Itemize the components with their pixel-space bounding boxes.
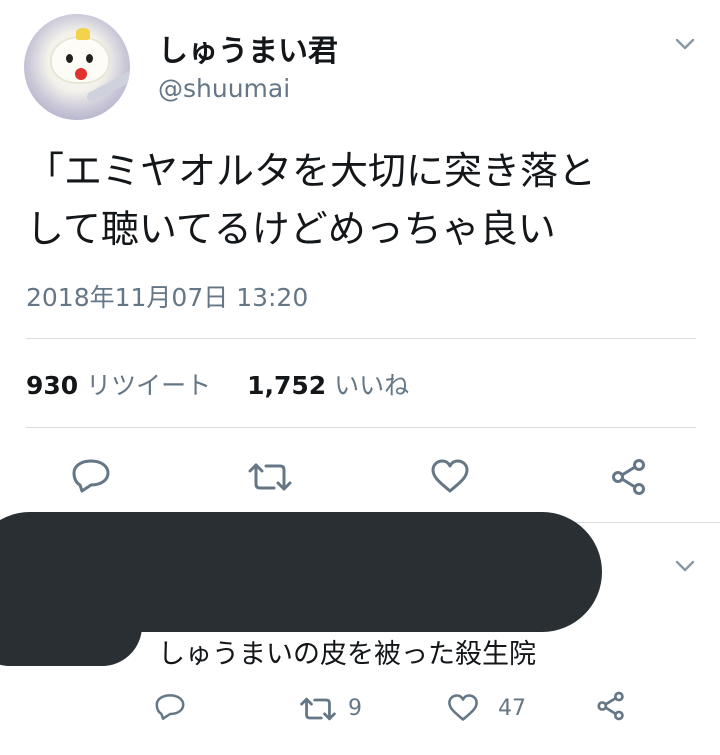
reply-tweet-text: しゅうまいの皮を被った殺生院 (158, 639, 536, 670)
share-icon[interactable] (610, 458, 648, 496)
divider (26, 427, 696, 428)
chevron-down-icon[interactable] (673, 554, 697, 578)
retweet-count: 930 (26, 371, 79, 400)
user-handle[interactable]: @shuumai (158, 74, 290, 103)
retweet-icon[interactable] (248, 460, 292, 494)
reply-retweet-count: 9 (348, 696, 362, 721)
tweet-text: 「エミヤオルタを大切に突き落と して聴いてるけどめっちゃ良い (26, 142, 706, 258)
tweet-timestamp[interactable]: 2018年11月07日 13:20 (26, 278, 308, 314)
like-stat[interactable]: 1,752 いいね (247, 371, 409, 400)
reply-like-count: 47 (498, 696, 526, 721)
tweet-text-line-1: 「エミヤオルタを大切に突き落と (26, 149, 597, 193)
reply-icon[interactable] (72, 458, 110, 494)
redaction-block (0, 600, 142, 666)
share-icon[interactable] (596, 691, 626, 721)
tweet-text-line-2: して聴いてるけどめっちゃ良い (26, 207, 556, 251)
avatar-eye-right (86, 54, 93, 63)
retweet-icon[interactable] (300, 695, 336, 723)
avatar-topping (76, 28, 90, 40)
chevron-down-icon[interactable] (673, 32, 697, 56)
like-label: いいね (334, 371, 410, 400)
heart-icon[interactable] (447, 693, 479, 722)
retweet-stat[interactable]: 930 リツイート (26, 371, 211, 400)
avatar-eye-left (66, 54, 73, 63)
avatar-mouth (75, 68, 87, 80)
heart-icon[interactable] (430, 458, 470, 494)
divider (26, 338, 696, 339)
reply-icon[interactable] (155, 693, 185, 721)
tweet-stats: 930 リツイート 1,752 いいね (26, 366, 409, 402)
display-name[interactable]: しゅうまい君 (158, 26, 338, 70)
like-count: 1,752 (247, 371, 327, 400)
retweet-label: リツイート (86, 371, 212, 400)
avatar[interactable] (24, 14, 130, 120)
